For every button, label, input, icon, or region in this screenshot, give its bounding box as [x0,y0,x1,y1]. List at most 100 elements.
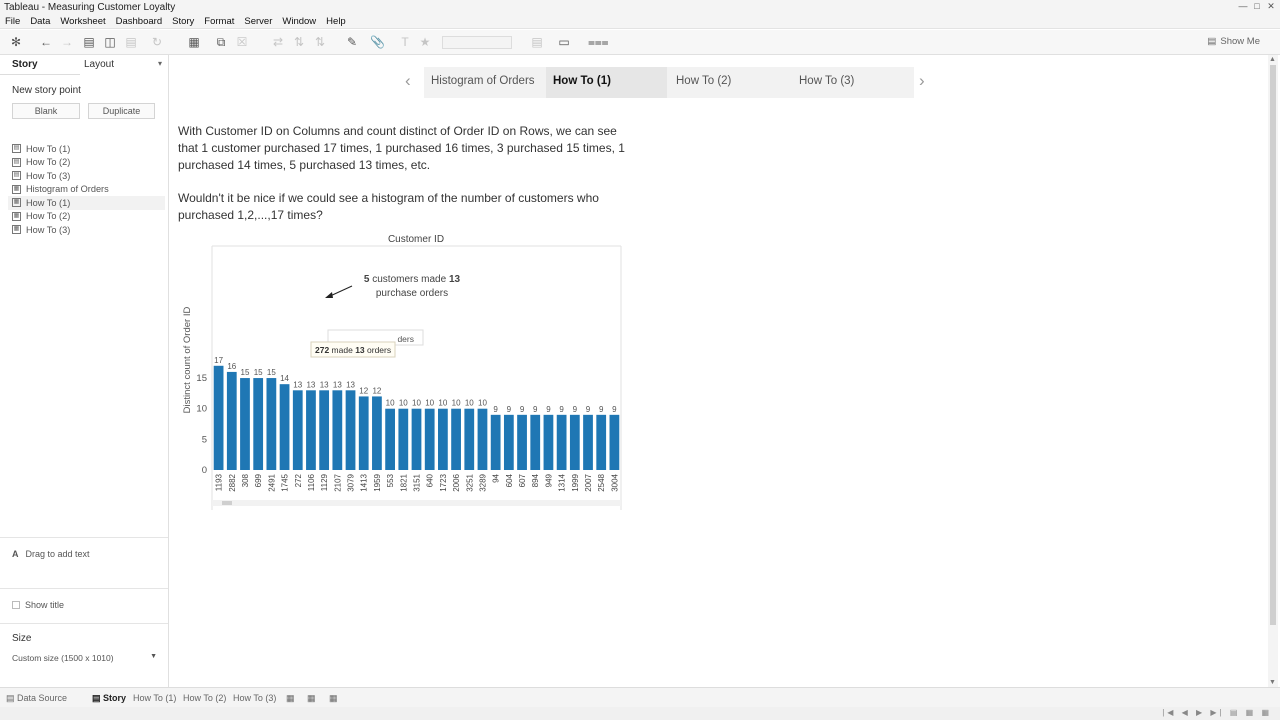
sheet-item[interactable]: ▦ How To (1) [8,196,165,210]
tab-story-sheet[interactable]: ▤ Story [92,691,126,705]
menu-dashboard[interactable]: Dashboard [111,15,167,28]
dashboard-icon: ▤ [12,157,21,167]
scroll-up-icon[interactable]: ▲ [1269,56,1276,63]
story-point-how-to-2[interactable]: How To (2) [669,67,790,98]
sheet-item[interactable]: ▦ How To (3) [12,223,162,237]
bar [372,396,382,470]
menu-help[interactable]: Help [321,15,351,28]
annotation-line-2: purchase orders [376,288,448,299]
tab-story[interactable]: Story [12,59,38,70]
save-icon[interactable]: ▤ [82,35,96,49]
tab-how-to-2[interactable]: How To (2) [183,691,226,705]
previous-arrow-icon[interactable]: ‹ [405,71,411,91]
sheet-item[interactable]: ▤ How To (1) [12,142,162,156]
bar [279,384,290,470]
menu-window[interactable]: Window [277,15,321,28]
tab-how-to-1[interactable]: How To (1) [133,691,176,705]
labels-icon[interactable]: T [398,35,412,49]
bar [530,414,541,470]
show-title-toggle[interactable]: Show title [12,600,64,610]
x-tick-label: 1723 [439,473,448,491]
y-tick-label: 0 [202,465,207,476]
menu-file[interactable]: File [0,15,25,28]
bar-value-label: 15 [241,368,250,377]
duplicate-button[interactable]: Duplicate [88,103,155,119]
sheet-item[interactable]: ▦ Histogram of Orders [12,183,162,197]
new-dashboard-icon[interactable]: ▦ [307,691,316,705]
pane-menu-icon[interactable]: ▾ [158,59,162,68]
sheet-item-label: How To (3) [26,224,71,235]
duplicate-sheet-icon[interactable]: ⧉ [214,35,228,49]
add-data-source-icon[interactable]: ◫ [103,35,117,49]
maximize-icon[interactable]: □ [1252,1,1262,11]
story-point-how-to-3[interactable]: How To (3) [792,67,913,98]
sort-descending-icon[interactable]: ⇅ [313,35,327,49]
presentation-mode-icon[interactable]: ▭ [557,35,571,49]
bar-value-label: 15 [267,368,276,377]
y-tick-label: 10 [196,404,207,415]
menu-worksheet[interactable]: Worksheet [55,15,110,28]
bar [398,408,409,470]
x-tick-label: 2491 [267,473,276,491]
new-story-icon[interactable]: ▦ [329,691,338,705]
sheet-item[interactable]: ▦ How To (2) [12,210,162,224]
x-tick-label: 1413 [360,473,369,491]
fix-axes-icon[interactable]: ★ [418,35,432,49]
story-point-how-to-1[interactable]: How To (1) [546,67,667,98]
bar-value-label: 10 [425,399,434,408]
story-point-histogram[interactable]: Histogram of Orders [424,67,545,98]
bar-value-label: 10 [478,399,487,408]
show-me-button[interactable]: ▤ Show Me [1207,35,1260,49]
x-tick-label: 3004 [610,473,619,491]
checkbox-icon[interactable] [12,601,20,609]
bar [411,408,422,470]
bar-value-label: 16 [227,362,236,371]
tableau-logo-icon[interactable]: ✻ [9,35,23,49]
sheet-item[interactable]: ▤ How To (3) [12,169,162,183]
swap-icon[interactable]: ⇄ [271,35,285,49]
y-axis-label: Distinct count of Order ID [182,307,193,414]
vertical-scrollbar[interactable]: ▲ ▼ [1268,55,1278,687]
tab-data-source[interactable]: ▤ Data Source [6,691,67,705]
x-tick-label: 272 [294,473,303,487]
new-worksheet-icon[interactable]: ▦ [286,691,295,705]
group-icon[interactable]: 📎 [370,35,385,49]
x-tick-label: 949 [544,473,553,487]
fit-select[interactable] [442,36,512,49]
bar [596,414,607,470]
sort-ascending-icon[interactable]: ⇅ [292,35,306,49]
scroll-thumb[interactable] [1270,65,1276,625]
sheet-tabs-bar: ▤ Data Source ▤ Story How To (1) How To … [0,687,1280,707]
clear-sheet-icon[interactable]: ☒ [235,35,249,49]
tab-layout[interactable]: Layout [84,59,114,70]
status-bar: |◀ ◀ ▶ ▶| ▤ ▦ ▦ [0,707,1280,720]
status-navigation-icons[interactable]: |◀ ◀ ▶ ▶| ▤ ▦ ▦ [1162,708,1272,717]
drag-to-add-text[interactable]: A Drag to add text [12,549,90,559]
bar-chart: Customer ID Distinct count of Order ID 0… [182,234,622,510]
menu-format[interactable]: Format [199,15,239,28]
sheet-item[interactable]: ▤ How To (2) [12,156,162,170]
new-worksheet-icon[interactable]: ▦ [187,35,201,49]
new-story-point-label: New story point [12,85,81,96]
share-icon[interactable]: ⩶ [588,35,609,49]
menu-story[interactable]: Story [167,15,199,28]
undo-icon[interactable]: ← [39,35,53,49]
minimize-icon[interactable]: — [1238,1,1248,11]
redo-icon[interactable]: → [60,35,74,49]
tab-how-to-3[interactable]: How To (3) [233,691,276,705]
bar-value-label: 13 [293,380,302,389]
scroll-down-icon[interactable]: ▼ [1269,679,1276,686]
bar [609,414,620,470]
dashboard-icon: ▤ [12,171,21,181]
blank-button[interactable]: Blank [12,103,80,119]
pause-updates-icon[interactable]: ▤ [124,35,138,49]
refresh-icon[interactable]: ↻ [150,35,164,49]
menu-server[interactable]: Server [239,15,277,28]
bar [451,408,461,470]
highlight-icon[interactable]: ✎ [345,35,359,49]
close-icon[interactable]: ✕ [1266,1,1276,11]
next-arrow-icon[interactable]: › [919,71,925,91]
cards-icon[interactable]: ▤ [530,35,544,49]
size-select[interactable]: Custom size (1500 x 1010) ▼ [12,653,157,666]
menu-data[interactable]: Data [25,15,55,28]
